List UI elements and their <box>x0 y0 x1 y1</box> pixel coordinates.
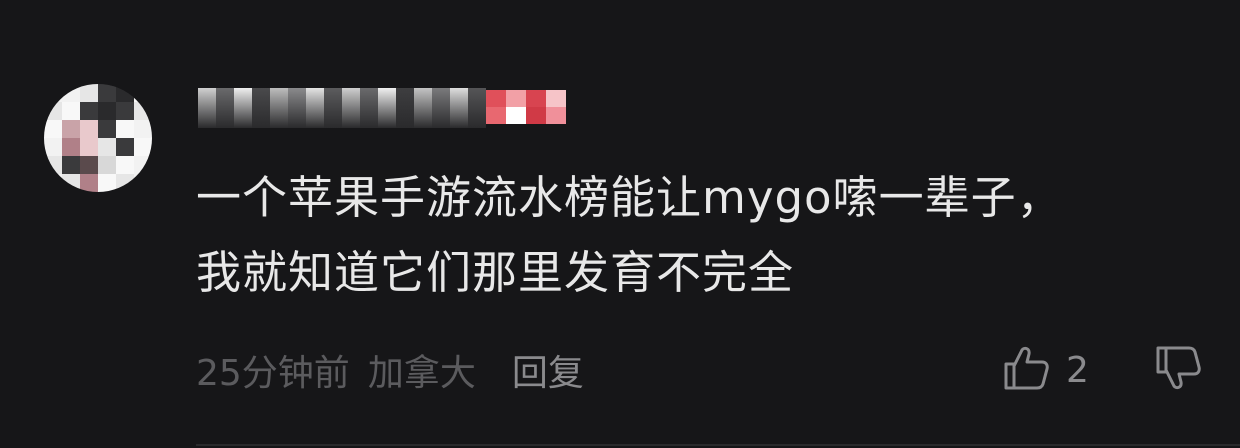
username-pixel <box>342 88 360 128</box>
avatar-pixel <box>80 138 98 156</box>
comment-meta: 25分钟前 加拿大 回复 <box>196 342 584 398</box>
comment-text-line-1: 一个苹果手游流水榜能让mygo嗦一辈子， <box>196 171 1063 224</box>
username-pixel <box>252 88 270 128</box>
avatar-pixel <box>116 138 134 156</box>
username-pixel <box>306 88 324 128</box>
thumbs-down-icon <box>1152 342 1204 398</box>
avatar-pixel <box>62 138 80 156</box>
reply-button[interactable]: 回复 <box>512 344 584 396</box>
username-pixel <box>288 88 306 128</box>
avatar-pixel <box>62 120 80 138</box>
comment-item: 一个苹果手游流水榜能让mygo嗦一辈子， 我就知道它们那里发育不完全 25分钟前… <box>0 0 1240 448</box>
username-pixel <box>414 88 432 128</box>
username-pixel <box>432 88 450 128</box>
badge-pixel <box>506 107 526 124</box>
avatar-pixel <box>98 138 116 156</box>
comment-text-line-2: 我就知道它们那里发育不完全 <box>196 246 795 299</box>
avatar-pixel <box>134 174 152 192</box>
avatar-pixel <box>44 138 62 156</box>
badge-pixel <box>506 90 526 107</box>
like-count: 2 <box>1066 349 1089 391</box>
avatar-pixel <box>98 102 116 120</box>
avatar-pixel <box>98 84 116 102</box>
avatar-pixel <box>44 102 62 120</box>
comment-text: 一个苹果手游流水榜能让mygo嗦一辈子， 我就知道它们那里发育不完全 <box>196 160 1186 310</box>
username-pixel <box>396 88 414 128</box>
avatar-pixel <box>80 156 98 174</box>
avatar-pixel <box>80 174 98 192</box>
avatar-pixel <box>134 120 152 138</box>
badge-pixel <box>526 90 546 107</box>
username-pixel <box>234 88 252 128</box>
username-pixel <box>198 88 216 128</box>
dislike-button[interactable] <box>1150 340 1206 400</box>
username-pixel <box>324 88 342 128</box>
avatar-pixel <box>134 138 152 156</box>
avatar-pixel <box>62 174 80 192</box>
badge-pixel <box>526 107 546 124</box>
avatar-pixel <box>62 102 80 120</box>
avatar-pixel <box>44 84 62 102</box>
badge-pixel <box>546 107 566 124</box>
username-pixel <box>270 88 288 128</box>
comment-location: 加拿大 <box>367 353 476 394</box>
username-pixel <box>360 88 378 128</box>
comment-time: 25分钟前 <box>196 353 350 394</box>
badge-pixel <box>546 90 566 107</box>
avatar[interactable] <box>44 84 152 192</box>
avatar-pixel <box>62 156 80 174</box>
user-badge <box>486 90 566 124</box>
divider <box>196 444 1240 446</box>
avatar-pixel <box>44 156 62 174</box>
avatar-pixel <box>44 174 62 192</box>
avatar-pixel <box>134 156 152 174</box>
thumbs-up-icon <box>1000 342 1052 398</box>
avatar-pixel <box>116 84 134 102</box>
avatar-pixel <box>134 102 152 120</box>
avatar-pixel <box>116 174 134 192</box>
avatar-pixel <box>98 120 116 138</box>
avatar-pixel <box>80 102 98 120</box>
avatar-pixel <box>62 84 80 102</box>
username-redacted[interactable] <box>198 88 486 128</box>
username-pixel <box>216 88 234 128</box>
avatar-pixel <box>116 156 134 174</box>
avatar-pixel <box>98 156 116 174</box>
avatar-pixel <box>134 84 152 102</box>
badge-pixel <box>486 90 506 107</box>
avatar-pixel <box>98 174 116 192</box>
username-pixel <box>468 88 486 128</box>
avatar-pixel <box>80 84 98 102</box>
avatar-pixel <box>116 120 134 138</box>
avatar-pixel <box>116 102 134 120</box>
avatar-pixel <box>80 120 98 138</box>
username-pixel <box>450 88 468 128</box>
badge-pixel <box>486 107 506 124</box>
username-pixel <box>378 88 396 128</box>
like-button[interactable]: 2 <box>1000 340 1089 400</box>
avatar-pixel <box>44 120 62 138</box>
